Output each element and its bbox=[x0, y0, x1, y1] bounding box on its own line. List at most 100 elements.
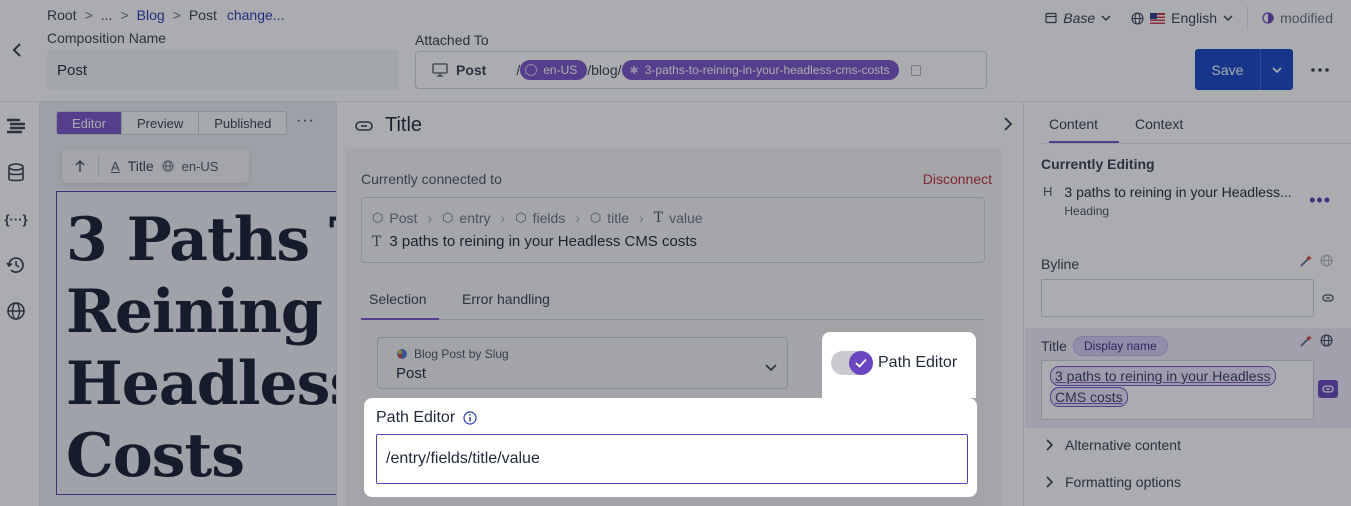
view-mode-tabs: Editor Preview Published bbox=[56, 111, 288, 135]
back-button[interactable] bbox=[6, 38, 28, 62]
breadcrumb-root[interactable]: Root bbox=[47, 7, 77, 23]
link-icon bbox=[355, 120, 373, 131]
path-blog: /blog/ bbox=[587, 62, 622, 78]
attached-to-field[interactable]: Post / en-US /blog/ ✱ 3-paths-to-reining-… bbox=[415, 51, 987, 89]
more-horizontal-icon bbox=[1311, 68, 1329, 72]
globe-icon bbox=[525, 64, 538, 76]
chevron-down-icon bbox=[1272, 66, 1282, 73]
source-label: Blog Post by Slug bbox=[396, 347, 509, 361]
chevron-left-icon bbox=[12, 43, 21, 57]
check-icon bbox=[855, 358, 867, 368]
attached-type: Post bbox=[456, 62, 487, 78]
headline-line: 3 Paths T bbox=[66, 205, 336, 275]
alternative-content-expander[interactable]: Alternative content bbox=[1045, 437, 1181, 453]
change-link[interactable]: change... bbox=[227, 7, 285, 23]
tab-error-handling[interactable]: Error handling bbox=[462, 291, 550, 307]
composition-name-input[interactable]: Post bbox=[47, 50, 399, 90]
magic-wand-icon[interactable] bbox=[1299, 254, 1313, 268]
breadcrumb-blog[interactable]: Blog bbox=[137, 7, 165, 23]
data-button[interactable] bbox=[5, 162, 27, 184]
collapse-panel-button[interactable] bbox=[1003, 116, 1013, 135]
history-button[interactable] bbox=[5, 254, 27, 276]
tab-preview[interactable]: Preview bbox=[122, 112, 200, 134]
more-options-button[interactable] bbox=[1305, 58, 1335, 82]
path-editor-toggle-label: Path Editor bbox=[878, 354, 958, 371]
component-menu-button[interactable]: ••• bbox=[1309, 190, 1331, 211]
path-editor-toggle[interactable] bbox=[831, 351, 873, 375]
byline-label: Byline bbox=[1041, 256, 1079, 272]
chevron-right-icon bbox=[1046, 476, 1053, 488]
variables-button[interactable]: {···} bbox=[4, 208, 27, 230]
chevron-down-icon bbox=[1223, 15, 1233, 21]
current-component-type: Heading bbox=[1064, 204, 1110, 218]
link-icon[interactable] bbox=[1322, 294, 1334, 302]
divider bbox=[98, 155, 99, 177]
status-label: modified bbox=[1280, 10, 1333, 26]
history-icon bbox=[6, 257, 24, 273]
connected-value: T 3 paths to reining in your Headless CM… bbox=[372, 233, 697, 250]
language-selector[interactable]: English bbox=[1131, 10, 1233, 26]
connected-to-label: Currently connected to bbox=[361, 171, 502, 187]
breadcrumb-ellipsis[interactable]: ... bbox=[101, 7, 113, 23]
localization-button[interactable] bbox=[5, 300, 27, 322]
globe-icon[interactable] bbox=[1320, 334, 1333, 347]
calendar-icon bbox=[1045, 12, 1057, 24]
save-options-button[interactable] bbox=[1261, 66, 1293, 73]
tab-content[interactable]: Content bbox=[1049, 116, 1098, 132]
tab-published[interactable]: Published bbox=[199, 112, 286, 134]
formatting-options-expander[interactable]: Formatting options bbox=[1045, 474, 1181, 490]
byline-input[interactable] bbox=[1041, 279, 1314, 317]
database-icon bbox=[8, 163, 24, 182]
slug-chip-label: 3-paths-to-reining-in-your-headless-cms-… bbox=[644, 63, 890, 77]
text-field-icon: A bbox=[111, 158, 120, 174]
language-label: English bbox=[1171, 10, 1218, 26]
current-component[interactable]: H 3 paths to reining in your Headless...… bbox=[1043, 184, 1292, 218]
base-selector[interactable]: Base bbox=[1045, 10, 1111, 26]
toolbar-field-name: Title bbox=[127, 158, 154, 174]
chevron-right-icon: › bbox=[500, 210, 506, 226]
slug-chip[interactable]: ✱ 3-paths-to-reining-in-your-headless-cms… bbox=[621, 60, 900, 80]
top-right-controls: Base English modified bbox=[1045, 6, 1351, 30]
source-value: Post bbox=[396, 365, 427, 382]
path-editor-title-text: Path Editor bbox=[376, 409, 456, 426]
contentful-icon bbox=[397, 349, 407, 359]
data-source-select[interactable]: Blog Post by Slug Post bbox=[377, 337, 788, 389]
toggle-knob bbox=[849, 351, 873, 375]
properties-tabs: Content Context bbox=[1041, 102, 1351, 144]
headline-text: 3 Paths T Reining Headless Costs bbox=[66, 204, 336, 492]
path-crumb: title bbox=[607, 210, 630, 226]
structure-button[interactable] bbox=[5, 115, 27, 137]
title-parameter: Title Display name 3 paths to reining in… bbox=[1025, 328, 1351, 428]
half-circle-icon bbox=[1262, 12, 1274, 24]
connection-tabs: Selection Error handling bbox=[361, 283, 985, 320]
chevron-down-icon bbox=[765, 358, 777, 374]
path-editor-input[interactable]: /entry/fields/title/value bbox=[376, 434, 968, 484]
connected-value-pill[interactable]: 3 paths to reining in your Headless CMS … bbox=[1050, 366, 1276, 407]
breadcrumb: Root > ... > Blog > Post change... bbox=[47, 7, 284, 23]
display-name-badge: Display name bbox=[1072, 336, 1168, 356]
tab-editor[interactable]: Editor bbox=[57, 112, 122, 134]
locale-chip[interactable]: en-US bbox=[520, 60, 588, 80]
chevron-right-icon bbox=[1004, 117, 1013, 131]
tab-selection[interactable]: Selection bbox=[369, 291, 427, 307]
copy-icon[interactable] bbox=[911, 64, 922, 76]
globe-icon bbox=[7, 302, 25, 320]
canvas-more-button[interactable]: ··· bbox=[296, 112, 315, 130]
chevron-right-icon bbox=[1046, 439, 1053, 451]
magic-wand-icon[interactable] bbox=[1299, 334, 1313, 348]
disconnect-button[interactable]: Disconnect bbox=[923, 171, 992, 187]
globe-icon bbox=[162, 160, 174, 172]
arrow-up-icon bbox=[75, 159, 85, 172]
connected-value-text: 3 paths to reining in your Headless CMS … bbox=[389, 233, 697, 250]
headline-line: Costs bbox=[66, 421, 245, 491]
selected-headline-frame[interactable]: 3 Paths T Reining Headless Costs bbox=[56, 191, 336, 495]
text-type-icon: T bbox=[372, 233, 382, 250]
globe-icon[interactable] bbox=[1320, 254, 1333, 267]
us-flag-icon bbox=[1150, 12, 1166, 24]
save-button[interactable]: Save bbox=[1195, 49, 1293, 90]
tab-context[interactable]: Context bbox=[1135, 116, 1183, 132]
disconnect-link-button[interactable] bbox=[1318, 380, 1338, 398]
title-label-text: Title bbox=[1041, 338, 1067, 354]
panel-title-text: Title bbox=[385, 114, 423, 136]
title-input[interactable]: 3 paths to reining in your Headless CMS … bbox=[1041, 360, 1314, 420]
